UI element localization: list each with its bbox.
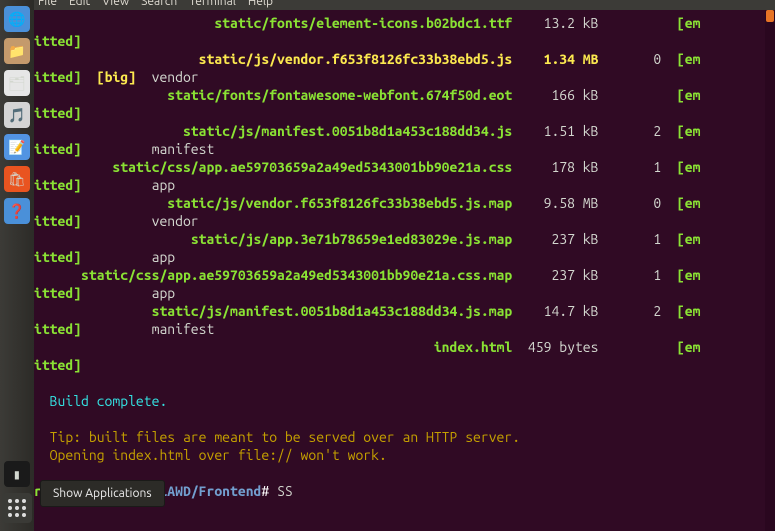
menu-search[interactable]: Search bbox=[141, 0, 177, 4]
menu-view[interactable]: View bbox=[102, 0, 129, 4]
launcher-app-1[interactable]: 🌐 bbox=[4, 6, 30, 32]
launcher: 🌐 📁 🗂 🎵 📝 🛍 ❓ ▮ bbox=[0, 0, 34, 531]
tooltip-show-applications: Show Applications bbox=[40, 480, 165, 507]
launcher-app-4[interactable]: 🎵 bbox=[4, 102, 30, 128]
launcher-app-3[interactable]: 🗂 bbox=[4, 70, 30, 96]
scrollbar[interactable] bbox=[765, 10, 775, 531]
scroll-thumb[interactable] bbox=[766, 10, 774, 22]
menu-terminal[interactable]: Terminal bbox=[189, 0, 236, 4]
terminal-menubar: File Edit View Search Terminal Help bbox=[34, 0, 775, 10]
launcher-app-2[interactable]: 📁 bbox=[4, 38, 30, 64]
show-applications-button[interactable] bbox=[2, 493, 32, 523]
menu-file[interactable]: File bbox=[38, 0, 57, 4]
menu-help[interactable]: Help bbox=[248, 0, 273, 4]
terminal-window: File Edit View Search Terminal Help stat… bbox=[34, 0, 775, 531]
launcher-app-7[interactable]: ❓ bbox=[4, 198, 30, 224]
launcher-app-5[interactable]: 📝 bbox=[4, 134, 30, 160]
launcher-terminal[interactable]: ▮ bbox=[4, 461, 30, 487]
terminal-output[interactable]: static/fonts/element-icons.b02bdc1.ttf 1… bbox=[34, 10, 775, 500]
menu-edit[interactable]: Edit bbox=[69, 0, 90, 4]
launcher-app-6[interactable]: 🛍 bbox=[4, 166, 30, 192]
